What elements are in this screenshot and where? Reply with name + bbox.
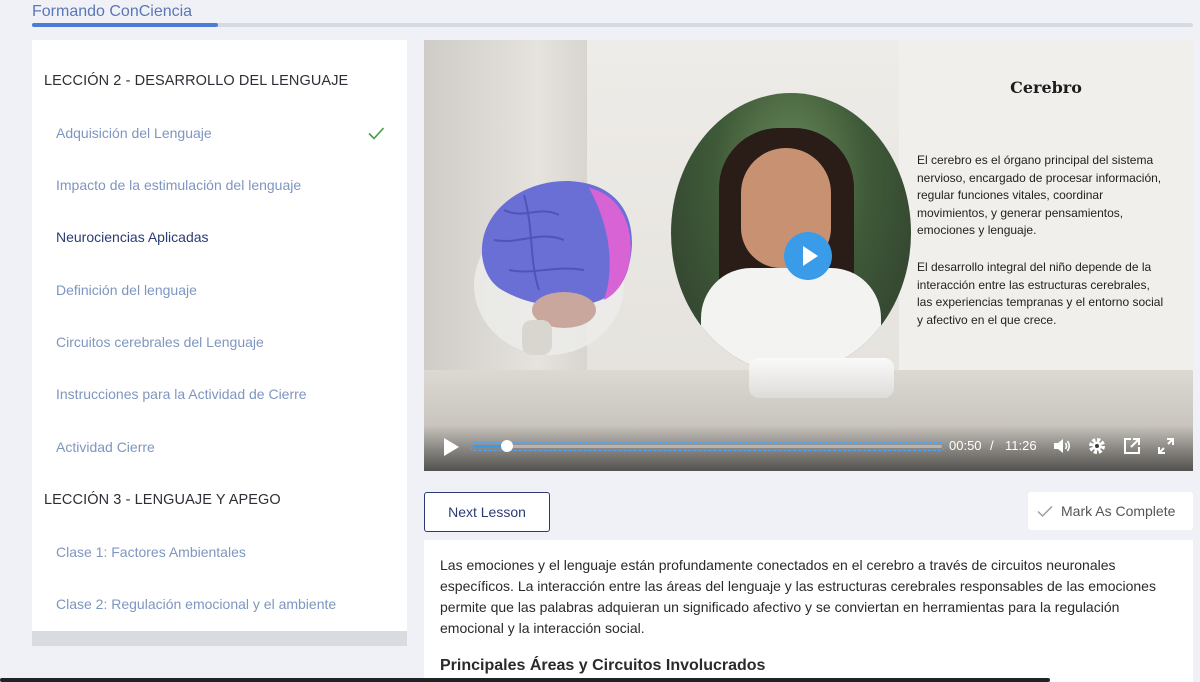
check-icon [368, 127, 385, 140]
duration: 11:26 [1005, 438, 1037, 453]
slide-title: Cerebro [1010, 78, 1082, 97]
presenter-video [671, 93, 911, 373]
sidebar-item-actividad-cierre[interactable]: Actividad Cierre [32, 431, 407, 465]
lesson-sidebar: LECCIÓN 2 - DESARROLLO DEL LENGUAJE Adqu… [32, 40, 407, 646]
sidebar-item-label: Impacto de la estimulación del lenguaje [56, 177, 302, 193]
fullscreen-icon[interactable] [1156, 436, 1176, 456]
sidebar-item-label: Definición del lenguaje [56, 282, 197, 298]
sidebar-item-label: Clase 1: Factores Ambientales [56, 544, 246, 560]
sidebar-item-adquisicion[interactable]: Adquisición del Lenguaje [32, 117, 407, 151]
scrubber-handle[interactable] [501, 440, 514, 452]
course-progress-fill [32, 23, 218, 27]
sidebar-item-label: Instrucciones para la Actividad de Cierr… [56, 386, 307, 402]
course-progress-bar [32, 23, 1193, 27]
sidebar-item-label: Clase 2: Regulación emocional y el ambie… [56, 596, 337, 612]
slide-paragraph: El desarrollo integral del niño depende … [917, 260, 1164, 327]
sidebar-item-neurociencias[interactable]: Neurociencias Aplicadas [32, 221, 407, 255]
popout-icon[interactable] [1122, 436, 1142, 456]
mark-complete-label: Mark As Complete [1061, 503, 1176, 519]
section-title-leccion-3[interactable]: LECCIÓN 3 - LENGUAJE Y APEGO [44, 492, 281, 508]
pedestal-prop [749, 358, 894, 398]
time-separator: / [990, 438, 994, 453]
video-player[interactable]: Cerebro El cerebro es el órgano principa… [424, 40, 1193, 471]
brand-title[interactable]: Formando ConCiencia [32, 3, 192, 21]
lesson-heading: Principales Áreas y Circuitos Involucrad… [440, 657, 766, 674]
sidebar-item-instrucciones[interactable]: Instrucciones para la Actividad de Cierr… [32, 378, 407, 412]
next-lesson-button[interactable]: Next Lesson [424, 492, 550, 532]
video-controls: 00:50 / 11:26 [424, 425, 1193, 471]
slide-paragraph: El cerebro es el órgano principal del si… [917, 153, 1162, 237]
current-time: 00:50 [949, 438, 982, 453]
brain-illustration [474, 180, 632, 355]
sidebar-item-label: Circuitos cerebrales del Lenguaje [56, 334, 264, 350]
sidebar-item-label: Neurociencias Aplicadas [56, 229, 209, 245]
sidebar-item-definicion[interactable]: Definición del lenguaje [32, 274, 407, 308]
sidebar-item-clase-1[interactable]: Clase 1: Factores Ambientales [32, 536, 407, 570]
lesson-paragraph: Las emociones y el lenguaje están profun… [440, 557, 1156, 636]
mark-complete-button[interactable]: Mark As Complete [1028, 492, 1193, 530]
play-icon[interactable] [442, 437, 460, 457]
sidebar-item-circuitos[interactable]: Circuitos cerebrales del Lenguaje [32, 326, 407, 360]
sidebar-scrollbar[interactable] [32, 631, 407, 646]
video-scrubber[interactable] [470, 440, 945, 452]
gear-icon[interactable] [1087, 436, 1107, 456]
big-play-icon[interactable] [784, 232, 832, 280]
window-edge [0, 678, 1050, 682]
sidebar-item-label: Actividad Cierre [56, 439, 155, 455]
top-bar: Formando ConCiencia [0, 0, 1200, 30]
check-icon [1037, 505, 1053, 518]
sidebar-item-label: Adquisición del Lenguaje [56, 125, 212, 141]
sidebar-item-impacto[interactable]: Impacto de la estimulación del lenguaje [32, 169, 407, 203]
section-title-leccion-2[interactable]: LECCIÓN 2 - DESARROLLO DEL LENGUAJE [44, 73, 348, 89]
volume-icon[interactable] [1052, 436, 1072, 456]
lesson-content: Las emociones y el lenguaje están profun… [424, 540, 1193, 682]
sidebar-item-clase-2[interactable]: Clase 2: Regulación emocional y el ambie… [32, 588, 407, 622]
